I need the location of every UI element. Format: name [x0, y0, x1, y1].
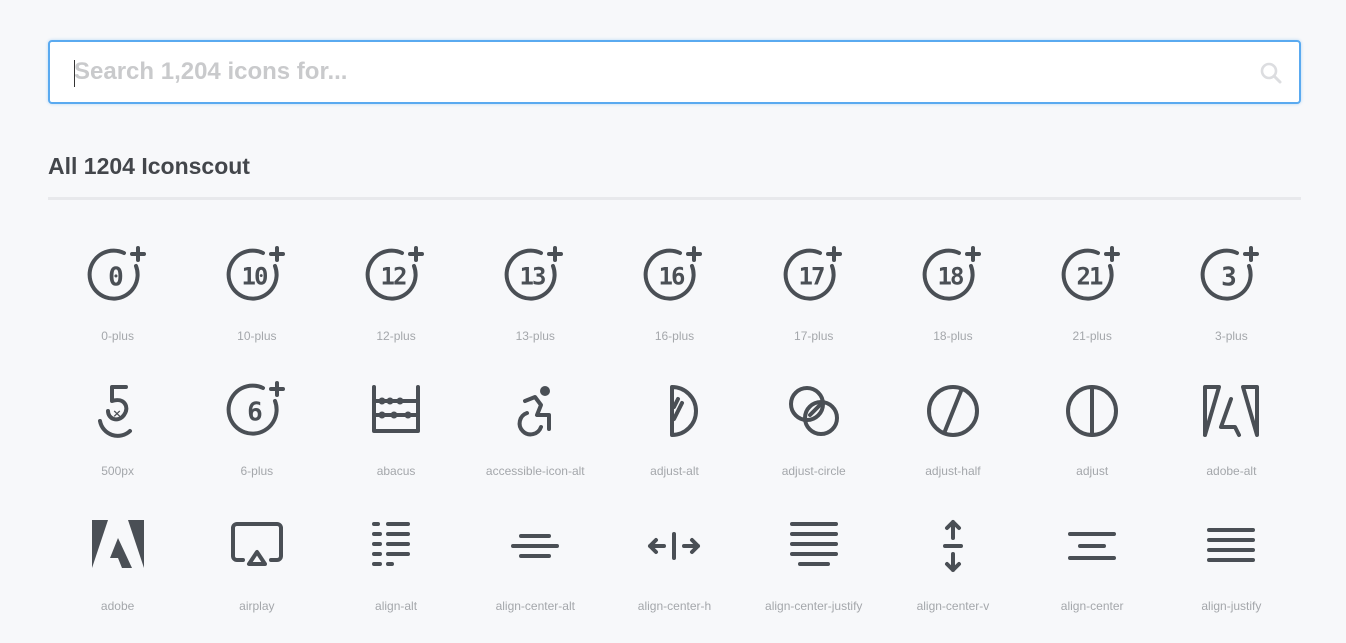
- adjust-half-icon: [926, 385, 979, 437]
- svg-text:16: 16: [659, 263, 685, 291]
- icon-tile-17-plus[interactable]: 17 17-plus: [744, 238, 883, 373]
- svg-text:10: 10: [241, 263, 267, 291]
- page-title: All 1204 Iconscout: [48, 153, 250, 179]
- adjust-icon: [1066, 385, 1119, 437]
- 21-plus-icon: 21: [1061, 246, 1121, 301]
- icon-label: align-alt: [375, 599, 418, 613]
- icon-label: align-center: [1060, 599, 1124, 613]
- icon-tile-16-plus[interactable]: 16 16-plus: [605, 238, 744, 373]
- align-center-v-icon: [942, 520, 963, 572]
- icon-label: 18-plus: [933, 329, 973, 343]
- svg-text:17: 17: [798, 263, 823, 291]
- adobe-alt-icon: [1203, 385, 1260, 437]
- icon-label: adobe-alt: [1206, 464, 1257, 478]
- icon-tile-500px[interactable]: × 500px: [48, 373, 187, 508]
- adjust-alt-icon: [670, 385, 699, 437]
- 18-plus-icon: 18: [922, 246, 981, 301]
- svg-text:12: 12: [381, 263, 406, 291]
- svg-text:13: 13: [520, 263, 545, 291]
- svg-text:6: 6: [247, 397, 262, 427]
- search-box[interactable]: [48, 40, 1301, 104]
- icon-tile-12-plus[interactable]: 12 12-plus: [326, 238, 465, 373]
- icon-tile-21-plus[interactable]: 21 21-plus: [1023, 238, 1162, 373]
- icon-label: align-center-v: [916, 599, 990, 613]
- icon-label: align-justify: [1201, 599, 1262, 613]
- 6-plus-icon: 6: [226, 381, 285, 436]
- icon-tile-accessible-icon-alt[interactable]: accessible-icon-alt: [466, 373, 605, 508]
- icon-tile-align-center-justify[interactable]: align-center-justify: [744, 508, 883, 643]
- icon-tile-abacus[interactable]: abacus: [326, 373, 465, 508]
- icon-label: accessible-icon-alt: [485, 464, 585, 478]
- icon-label: adjust-alt: [650, 464, 699, 478]
- icon-tile-airplay[interactable]: airplay: [187, 508, 326, 643]
- svg-text:×: ×: [112, 407, 121, 420]
- search-input[interactable]: [74, 42, 1224, 102]
- 16-plus-icon: 16: [644, 246, 703, 301]
- icon-label: 500px: [101, 464, 134, 478]
- icon-label: 6-plus: [240, 464, 274, 478]
- icon-tile-adjust-circle[interactable]: adjust-circle: [744, 373, 883, 508]
- icon-tile-13-plus[interactable]: 13 13-plus: [466, 238, 605, 373]
- icon-label: 12-plus: [376, 329, 416, 343]
- icon-label: 3-plus: [1215, 329, 1248, 343]
- icon-tile-0-plus[interactable]: 0 0-plus: [48, 238, 187, 373]
- icon-tile-align-center[interactable]: align-center: [1023, 508, 1162, 643]
- icon-label: adjust: [1076, 464, 1109, 478]
- icon-tile-adjust-half[interactable]: adjust-half: [883, 373, 1022, 508]
- icon-label: 17-plus: [794, 329, 834, 343]
- 3-plus-icon: 3: [1200, 246, 1260, 301]
- icon-grid: 0 0-plus 10 10-plus 12 12-plus 13 13-plu…: [48, 238, 1301, 643]
- abacus-icon: [372, 385, 421, 433]
- icon-label: align-center-justify: [765, 599, 863, 613]
- svg-text:0: 0: [108, 262, 123, 292]
- icon-tile-adobe[interactable]: adobe: [48, 508, 187, 643]
- svg-text:21: 21: [1077, 263, 1103, 291]
- 500px-icon: ×: [97, 385, 132, 438]
- icon-label: 13-plus: [515, 329, 555, 343]
- icon-label: 10-plus: [237, 329, 277, 343]
- icon-tile-align-center-h[interactable]: align-center-h: [605, 508, 744, 643]
- align-center-icon: [1068, 532, 1117, 560]
- icon-tile-align-justify[interactable]: align-justify: [1162, 508, 1301, 643]
- icon-tile-3-plus[interactable]: 3 3-plus: [1162, 238, 1301, 373]
- divider: [48, 197, 1301, 200]
- 10-plus-icon: 10: [226, 246, 285, 301]
- 0-plus-icon: 0: [87, 246, 146, 301]
- airplay-icon: [230, 522, 283, 566]
- icon-tile-adjust-alt[interactable]: adjust-alt: [605, 373, 744, 508]
- icon-tile-18-plus[interactable]: 18 18-plus: [883, 238, 1022, 373]
- search-icon[interactable]: [1259, 61, 1283, 85]
- icon-label: align-center-alt: [495, 599, 575, 613]
- align-alt-icon: [372, 522, 411, 566]
- 13-plus-icon: 13: [504, 246, 564, 301]
- 17-plus-icon: 17: [783, 246, 842, 301]
- icon-tile-10-plus[interactable]: 10 10-plus: [187, 238, 326, 373]
- align-center-justify-icon: [789, 522, 838, 566]
- icon-label: adjust-circle: [781, 464, 846, 478]
- icon-label: 16-plus: [654, 329, 695, 343]
- icon-label: adjust-half: [925, 464, 981, 478]
- icon-tile-align-center-alt[interactable]: align-center-alt: [466, 508, 605, 643]
- svg-text:18: 18: [937, 263, 962, 291]
- adobe-icon: [91, 520, 144, 568]
- align-center-h-icon: [648, 532, 701, 560]
- 12-plus-icon: 12: [365, 246, 425, 301]
- accessible-icon-alt-icon: [517, 386, 552, 437]
- icon-tile-align-center-v[interactable]: align-center-v: [883, 508, 1022, 643]
- icon-label: abacus: [376, 464, 416, 478]
- icon-tile-6-plus[interactable]: 6 6-plus: [187, 373, 326, 508]
- adjust-circle-icon: [788, 386, 839, 436]
- icon-label: 0-plus: [101, 329, 134, 343]
- icon-label: adobe: [100, 599, 135, 613]
- icon-tile-adobe-alt[interactable]: adobe-alt: [1162, 373, 1301, 508]
- icon-tile-align-alt[interactable]: align-alt: [326, 508, 465, 643]
- text-caret: [74, 60, 75, 87]
- align-justify-icon: [1207, 528, 1256, 562]
- icon-tile-adjust[interactable]: adjust: [1023, 373, 1162, 508]
- icon-label: align-center-h: [637, 599, 712, 613]
- svg-text:3: 3: [1222, 262, 1236, 292]
- icon-label: 21-plus: [1072, 329, 1112, 343]
- align-center-alt-icon: [511, 534, 560, 558]
- icon-label: airplay: [239, 599, 275, 613]
